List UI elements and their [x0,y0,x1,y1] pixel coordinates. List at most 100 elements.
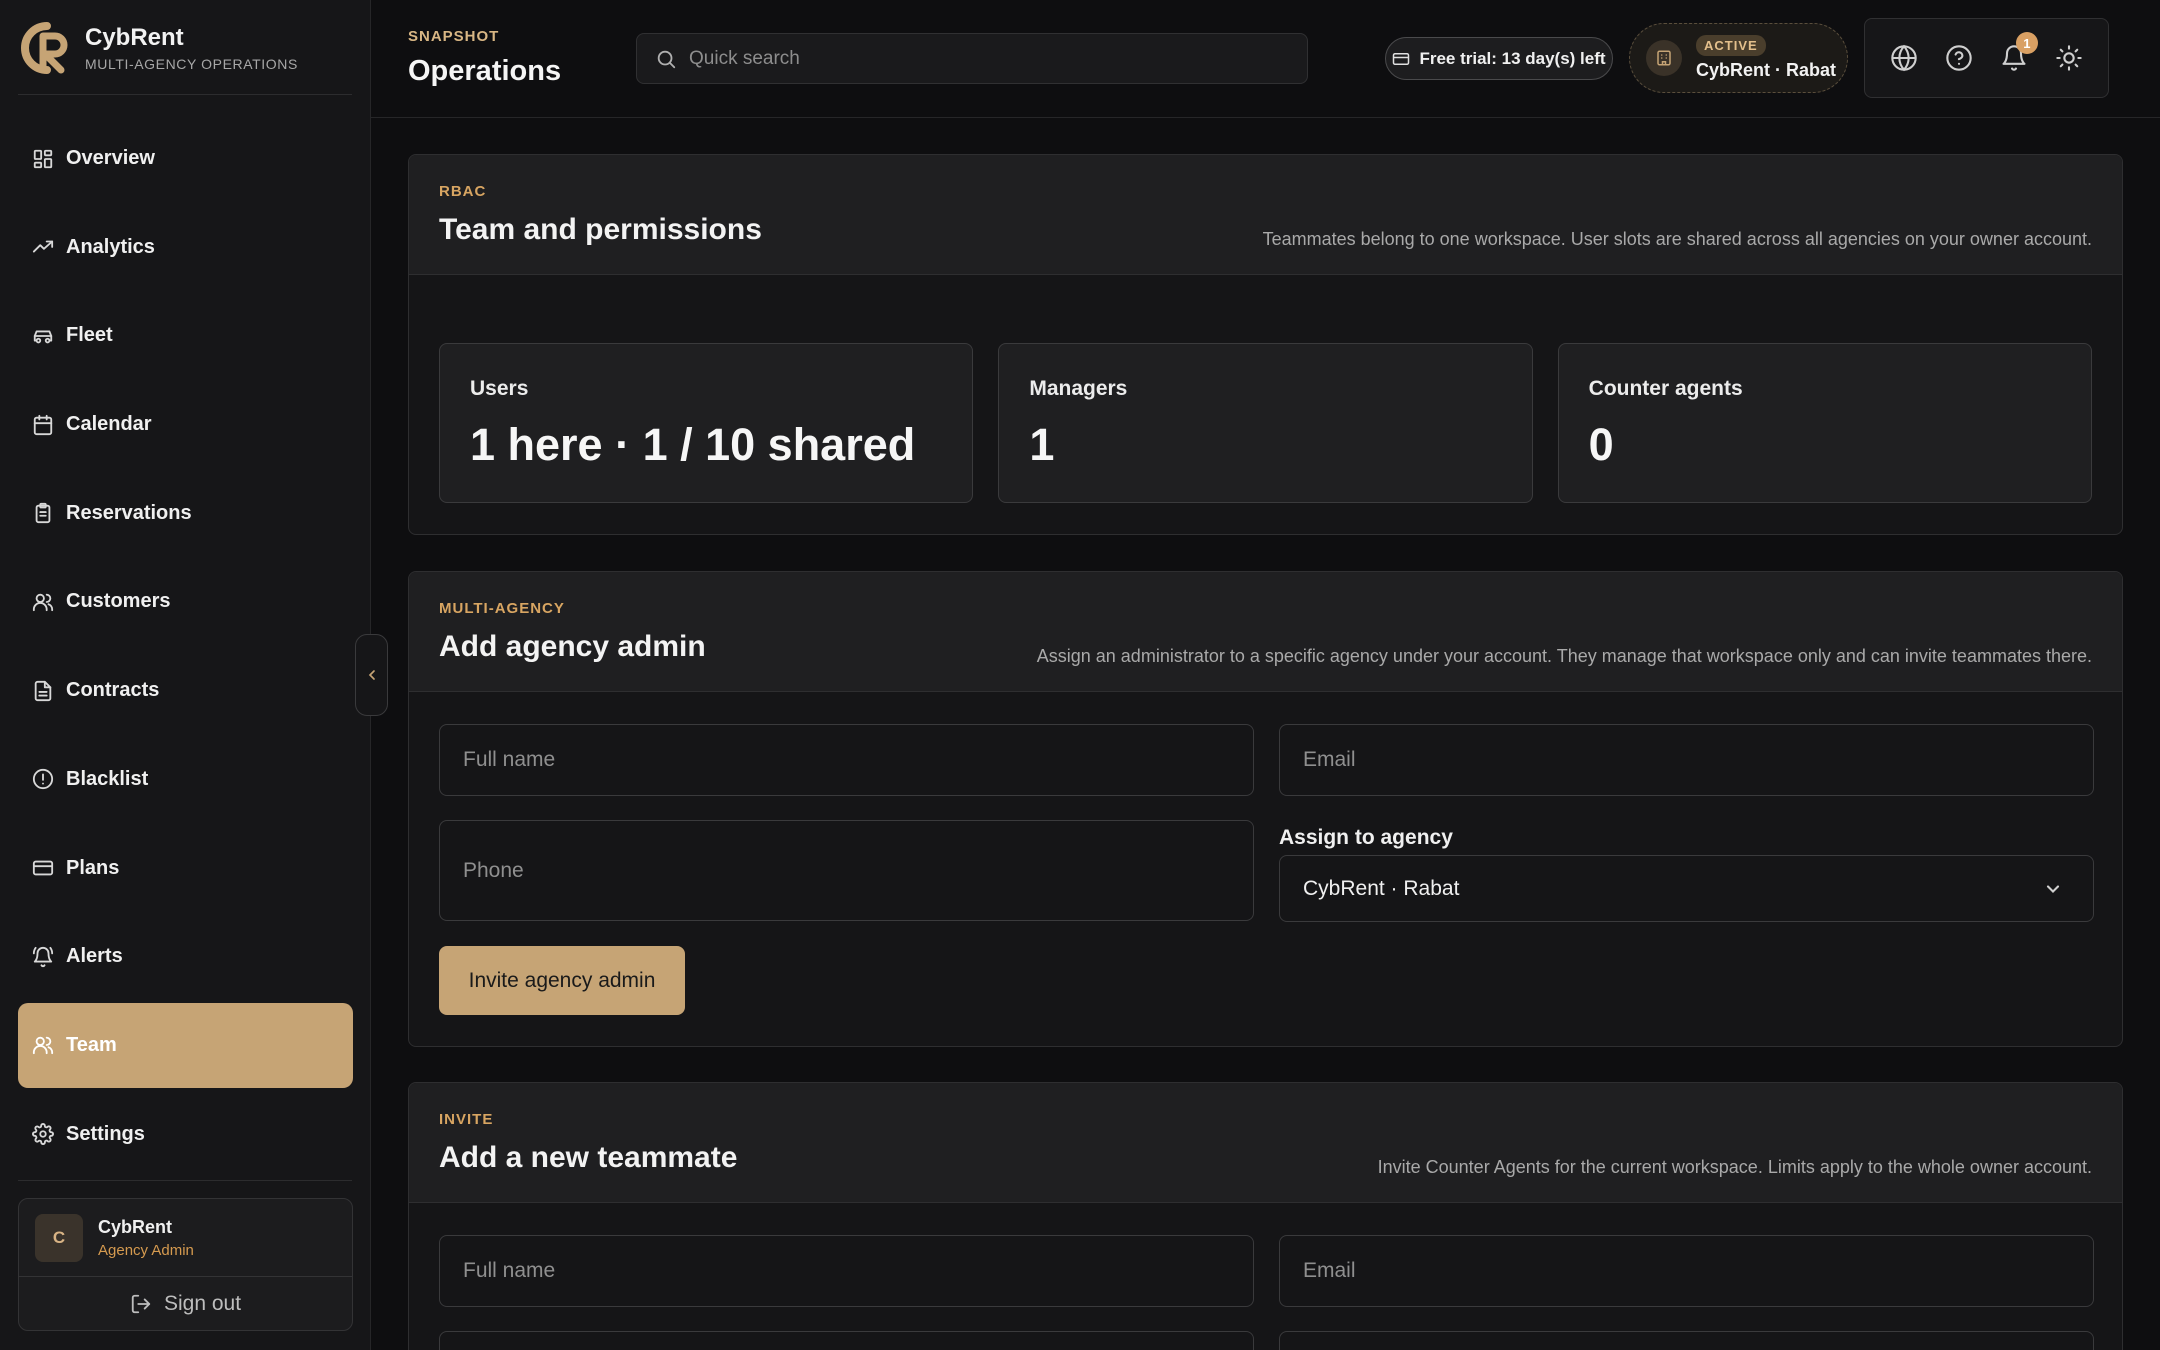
search-bar[interactable] [636,33,1308,84]
sidebar-item-label: Overview [66,147,155,169]
invite-agency-admin-button[interactable]: Invite agency admin [439,946,685,1015]
card-kicker: MULTI-AGENCY [439,600,565,617]
phone-field[interactable] [439,820,1254,921]
sun-icon [2055,45,2082,71]
stat-users: Users 1 here · 1 / 10 shared [439,343,974,503]
sign-out-button[interactable]: Sign out [19,1277,352,1330]
teammate-fullname-input[interactable] [463,1259,1253,1283]
sidebar-item-plans[interactable]: Plans [18,826,353,911]
theme-toggle[interactable] [2055,44,2083,72]
sidebar-item-label: Reservations [66,501,192,524]
users-icon [32,1037,54,1055]
search-icon [657,50,676,68]
brand-logo-icon [21,22,68,74]
sidebar-item-calendar[interactable]: Calendar [18,382,353,467]
grid-icon [33,149,53,168]
sidebar-item-label: Alerts [66,945,123,968]
trial-badge[interactable]: Free trial: 13 day(s) left [1385,37,1613,80]
car-icon [33,330,53,344]
sidebar-item-analytics[interactable]: Analytics [18,205,353,290]
card-title: Add a new teammate [439,1141,738,1174]
sidebar-item-label: Customers [66,590,171,613]
card-header: INVITE Add a new teammate Invite Counter… [409,1083,2122,1203]
sidebar-item-overview[interactable]: Overview [18,116,353,201]
file-text-icon [34,680,52,701]
sidebar-collapse-button[interactable] [355,634,388,716]
card-description: Invite Counter Agents for the current wo… [1377,1157,2092,1177]
chevron-down-icon [2046,884,2060,893]
help-button[interactable] [1945,44,1973,72]
stat-managers: Managers 1 [998,343,1533,503]
user-name: CybRent [98,1216,173,1237]
teammate-extra-field[interactable] [1279,1331,2094,1350]
card-kicker: INVITE [439,1111,494,1128]
top-header: SNAPSHOT Operations Free trial: 13 day(s… [371,0,2160,118]
sidebar-item-label: Fleet [66,324,113,347]
sidebar: CybRent MULTI-AGENCY OPERATIONS Overview… [0,0,371,1350]
trial-label: Free trial: 13 day(s) left [1419,48,1606,68]
stat-counter-agents: Counter agents 0 [1557,343,2092,503]
agency-status-badge: ACTIVE [1696,35,1766,56]
stat-label: Managers [1029,377,1128,400]
stat-label: Counter agents [1588,377,1743,400]
alert-circle-icon [32,769,54,790]
header-icon-group: 1 [1864,18,2109,98]
credit-card-icon [32,860,54,876]
sidebar-item-label: Team [66,1033,117,1056]
card-description: Assign an administrator to a specific ag… [1036,646,2092,666]
sidebar-divider [18,1180,352,1181]
sidebar-item-fleet[interactable]: Fleet [18,293,353,378]
card-title: Team and permissions [439,213,762,246]
header-kicker: SNAPSHOT [408,28,500,45]
user-role: Agency Admin [98,1241,194,1259]
agency-switcher[interactable]: ACTIVE CybRent · Rabat [1629,23,1848,93]
teammate-email-field[interactable] [1279,1235,2094,1307]
sidebar-item-contracts[interactable]: Contracts [18,648,353,733]
sidebar-item-label: Calendar [66,413,152,436]
email-input[interactable] [1303,748,2093,772]
stat-label: Users [470,377,529,400]
teammate-extra-field[interactable] [439,1331,1254,1350]
sign-out-label: Sign out [163,1292,242,1315]
card-header: RBAC Team and permissions Teammates belo… [409,155,2122,275]
user-profile[interactable]: C CybRent Agency Admin [19,1199,352,1277]
bell-ring-icon [32,946,54,967]
notifications-button[interactable]: 1 [2000,32,2038,72]
sidebar-item-alerts[interactable]: Alerts [18,914,353,999]
email-field[interactable] [1279,724,2094,796]
page-title: Operations [408,55,562,87]
chevron-left-icon [368,670,375,680]
sidebar-item-team[interactable]: Team [18,1002,353,1088]
sidebar-item-label: Analytics [66,235,155,258]
sidebar-item-reservations[interactable]: Reservations [18,471,353,556]
card-kicker: RBAC [439,183,487,200]
teammate-fullname-field[interactable] [439,1235,1254,1307]
card-header: MULTI-AGENCY Add agency admin Assign an … [409,572,2122,692]
fullname-input[interactable] [463,748,1253,772]
sidebar-item-label: Settings [66,1122,145,1145]
globe-icon [1891,44,1918,72]
teammate-email-input[interactable] [1303,1259,2093,1283]
notification-badge: 1 [2015,32,2038,54]
assign-agency-select[interactable]: CybRent · Rabat [1279,855,2094,922]
clipboard-icon [35,503,51,524]
sidebar-item-blacklist[interactable]: Blacklist [18,737,353,822]
fullname-field[interactable] [439,724,1254,796]
phone-input[interactable] [463,858,1253,883]
search-input[interactable] [689,47,1249,70]
sidebar-item-customers[interactable]: Customers [18,559,353,644]
trending-up-icon [32,240,54,253]
log-out-icon [131,1294,151,1314]
brand[interactable]: CybRent MULTI-AGENCY OPERATIONS [17,20,352,76]
sidebar-divider [18,94,352,95]
language-button[interactable] [1890,44,1918,72]
gear-icon [32,1123,54,1146]
sidebar-item-label: Blacklist [66,767,149,790]
brand-subtitle: MULTI-AGENCY OPERATIONS [85,56,298,72]
sidebar-item-label: Plans [66,856,120,879]
sidebar-item-settings[interactable]: Settings [18,1092,353,1177]
building-icon [1646,40,1682,76]
help-circle-icon [1946,45,1972,71]
credit-card-icon [1393,52,1410,65]
card-title: Add agency admin [439,630,706,663]
